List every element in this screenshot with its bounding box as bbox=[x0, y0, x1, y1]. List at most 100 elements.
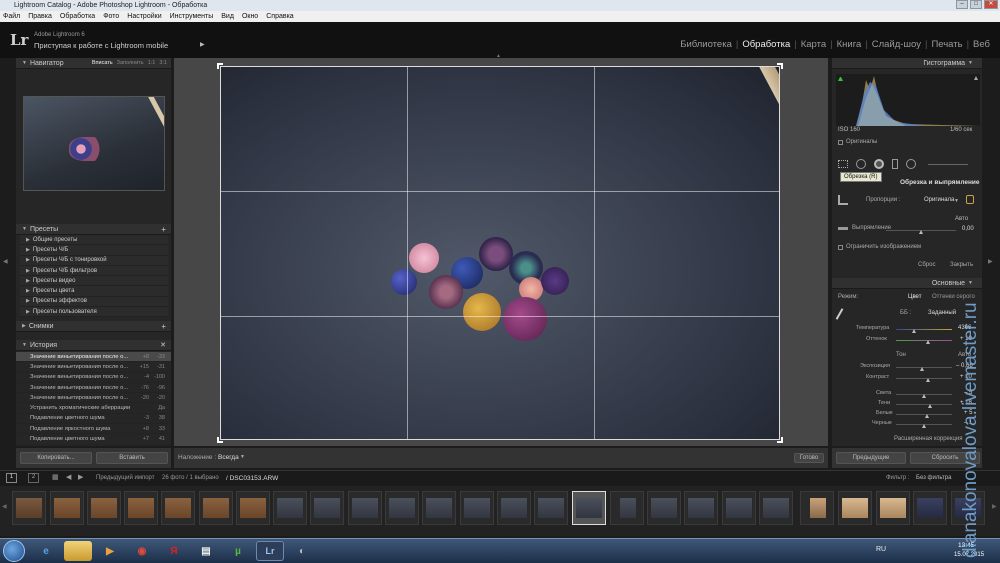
module-library[interactable]: Библиотека bbox=[676, 39, 736, 50]
contrast-knob[interactable] bbox=[926, 378, 930, 382]
filmstrip-thumbnail[interactable] bbox=[310, 491, 344, 525]
lightroom-task-icon[interactable]: Lr bbox=[256, 541, 284, 561]
chevron-down-icon[interactable]: ▼ bbox=[954, 198, 959, 204]
straighten-auto-button[interactable]: Авто bbox=[955, 216, 968, 222]
internet-explorer-icon[interactable]: e bbox=[32, 541, 60, 561]
display-1-button[interactable]: 1 bbox=[6, 473, 17, 483]
filmstrip-thumbnail[interactable] bbox=[759, 491, 793, 525]
menu-help[interactable]: Справка bbox=[266, 13, 293, 20]
history-item[interactable]: Значение виньетирования после о... -4 -100 bbox=[16, 373, 171, 383]
straighten-slider-knob[interactable] bbox=[919, 230, 923, 234]
zoom-3-1[interactable]: 3:1 bbox=[159, 60, 167, 66]
filmstrip-thumbnail[interactable] bbox=[124, 491, 158, 525]
filmstrip-thumbnail[interactable] bbox=[87, 491, 121, 525]
chrome-icon[interactable]: ◉ bbox=[128, 541, 156, 561]
navigator-header[interactable]: ▼ Навигатор Вписать Заполнить 1:1 3:1 bbox=[16, 58, 171, 69]
module-web[interactable]: Веб bbox=[969, 39, 994, 50]
module-slideshow[interactable]: Слайд-шоу bbox=[868, 39, 925, 50]
filmstrip-thumbnail[interactable] bbox=[348, 491, 382, 525]
shadows-slider[interactable] bbox=[896, 404, 952, 405]
whites-knob[interactable] bbox=[925, 414, 929, 418]
menu-develop[interactable]: Обработка bbox=[60, 13, 95, 20]
preset-folder[interactable]: ▶ Пресеты пользователя bbox=[20, 307, 168, 318]
filmstrip-thumbnail[interactable] bbox=[913, 491, 947, 525]
filmstrip-thumbnail[interactable] bbox=[273, 491, 307, 525]
explorer-icon[interactable] bbox=[64, 541, 92, 561]
menu-photo[interactable]: Фото bbox=[103, 13, 119, 20]
scroll-right-icon[interactable]: ▶ bbox=[992, 503, 997, 510]
preset-folder[interactable]: ▶ Пресеты видео bbox=[20, 276, 168, 287]
treatment-color[interactable]: Цвет bbox=[908, 294, 921, 300]
filmstrip-thumbnail[interactable] bbox=[199, 491, 233, 525]
crop-tool-icon[interactable] bbox=[838, 160, 848, 168]
filmstrip-thumbnail[interactable] bbox=[12, 491, 46, 525]
chevron-down-icon[interactable]: ▼ bbox=[240, 454, 245, 460]
histogram-chart[interactable] bbox=[836, 74, 980, 126]
history-item[interactable]: Значение виньетирования после о... -76 -96 bbox=[16, 383, 171, 394]
done-button[interactable]: Готово bbox=[794, 453, 824, 463]
start-button[interactable] bbox=[3, 540, 25, 562]
menu-view[interactable]: Вид bbox=[221, 13, 234, 20]
filmstrip-thumbnail[interactable] bbox=[800, 491, 834, 525]
overlay-select[interactable]: Всегда bbox=[218, 454, 239, 461]
crop-reset-button[interactable]: Сброс bbox=[918, 262, 935, 268]
crop-close-button[interactable]: Закрыть bbox=[950, 262, 973, 268]
menu-edit[interactable]: Правка bbox=[28, 13, 52, 20]
history-item[interactable]: Значение виньетирования после о... +15 -31 bbox=[16, 362, 171, 373]
tint-knob[interactable] bbox=[926, 340, 930, 344]
temperature-knob[interactable] bbox=[912, 329, 916, 333]
module-book[interactable]: Книга bbox=[833, 39, 866, 50]
crop-frame-icon[interactable] bbox=[838, 195, 848, 205]
temperature-slider[interactable] bbox=[896, 329, 952, 330]
history-item[interactable]: Подавление цветного шума -3 38 bbox=[16, 414, 171, 425]
crop-handle-bottom-left[interactable] bbox=[217, 437, 223, 443]
play-arrow-icon[interactable]: ▶ bbox=[200, 41, 205, 48]
presets-header[interactable]: ▼ Пресеты + bbox=[16, 224, 171, 235]
radial-filter-icon[interactable] bbox=[906, 159, 916, 169]
menu-file[interactable]: Файл bbox=[3, 13, 20, 20]
originals-checkbox[interactable] bbox=[838, 140, 843, 145]
basic-header[interactable]: Основные ▼ bbox=[832, 278, 982, 289]
module-map[interactable]: Карта bbox=[797, 39, 830, 50]
filmstrip-thumbnail[interactable] bbox=[236, 491, 270, 525]
aspect-select[interactable]: Оригинала bbox=[924, 197, 954, 203]
filmstrip-thumbnail[interactable] bbox=[422, 491, 456, 525]
module-develop[interactable]: Обработка bbox=[738, 39, 794, 50]
blacks-knob[interactable] bbox=[922, 424, 926, 428]
filmstrip-thumbnail[interactable] bbox=[161, 491, 195, 525]
display-2-button[interactable]: 2 bbox=[28, 473, 39, 483]
filmstrip-thumbnail[interactable] bbox=[876, 491, 910, 525]
filmstrip-thumbnail[interactable] bbox=[497, 491, 531, 525]
filmstrip-thumbnail[interactable] bbox=[684, 491, 718, 525]
treatment-bw[interactable]: Оттенки серого bbox=[932, 294, 975, 300]
brush-slider[interactable] bbox=[928, 163, 968, 165]
crop-handle-bottom-right[interactable] bbox=[777, 437, 783, 443]
crop-handle-top-right[interactable] bbox=[777, 63, 783, 69]
module-print[interactable]: Печать bbox=[927, 39, 966, 50]
paste-settings-button[interactable]: Вставить bbox=[96, 452, 168, 464]
wb-select[interactable]: Заданный bbox=[928, 310, 956, 316]
media-player-icon[interactable]: ▶ bbox=[96, 541, 124, 561]
level-tool-icon[interactable] bbox=[838, 227, 848, 230]
yandex-icon[interactable]: Я bbox=[160, 541, 188, 561]
highlights-knob[interactable] bbox=[922, 394, 926, 398]
filmstrip-thumbnail[interactable] bbox=[838, 491, 872, 525]
exposure-knob[interactable] bbox=[920, 367, 924, 371]
preset-folder[interactable]: ▶ Пресеты Ч/Б bbox=[20, 245, 168, 256]
history-item[interactable]: Значение виньетирования после о... +8 -33 bbox=[16, 352, 171, 363]
filmstrip-thumbnail[interactable] bbox=[610, 491, 644, 525]
preset-folder[interactable]: ▶ Пресеты Ч/Б фильтров bbox=[20, 265, 168, 277]
tint-slider[interactable] bbox=[896, 340, 952, 341]
menu-tools[interactable]: Инструменты bbox=[170, 13, 214, 20]
filmstrip-thumbnail[interactable] bbox=[722, 491, 756, 525]
preset-folder[interactable]: ▶ Пресеты эффектов bbox=[20, 296, 168, 308]
add-snapshot-icon[interactable]: + bbox=[161, 322, 166, 331]
lock-icon[interactable] bbox=[966, 195, 974, 204]
mobile-promo-label[interactable]: Приступая к работе с Lightroom mobile bbox=[34, 41, 168, 50]
back-icon[interactable]: ◀ bbox=[66, 473, 71, 481]
more-corrections-label[interactable]: Расширенная коррекция bbox=[894, 436, 963, 442]
filter-select[interactable]: Без фильтра bbox=[916, 475, 951, 481]
forward-icon[interactable]: ▶ bbox=[78, 473, 83, 481]
histogram-header[interactable]: Гистограмма ▼ bbox=[832, 58, 982, 69]
scroll-left-icon[interactable]: ◀ bbox=[2, 503, 7, 510]
